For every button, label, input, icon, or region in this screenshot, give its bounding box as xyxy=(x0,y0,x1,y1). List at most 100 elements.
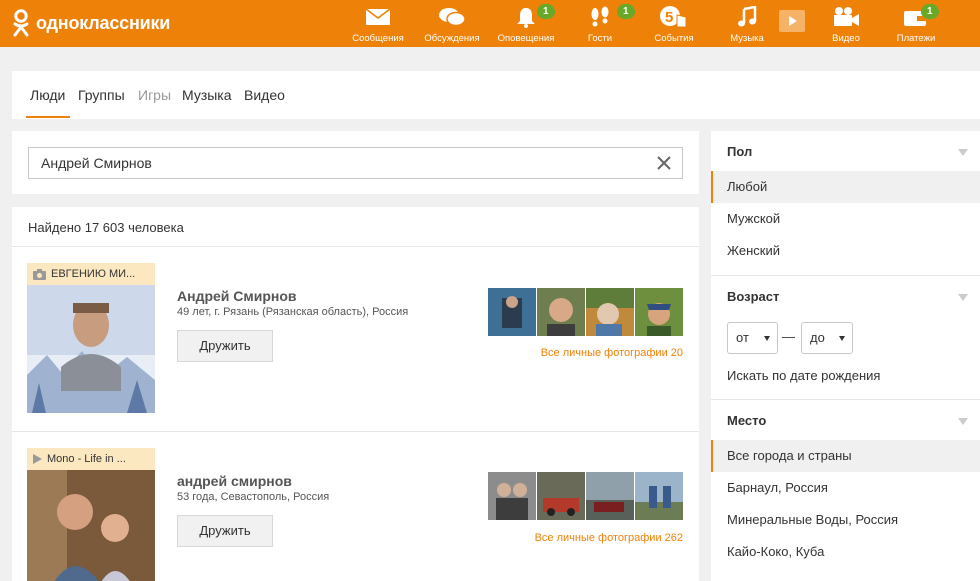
footprints-icon xyxy=(591,6,609,27)
site-name: одноклассники xyxy=(36,12,171,33)
person-name[interactable]: Андрей Смирнов xyxy=(177,288,297,304)
filter-age-title[interactable]: Возраст xyxy=(727,289,779,304)
filter-gender-title[interactable]: Пол xyxy=(727,144,752,159)
nav-discussions-label: Обсуждения xyxy=(424,33,480,44)
tab-music[interactable]: Музыка xyxy=(182,87,232,103)
play-button-icon[interactable] xyxy=(779,10,805,32)
caret-down-icon xyxy=(839,336,845,341)
video-camera-icon xyxy=(834,7,859,26)
bell-icon xyxy=(517,8,535,28)
nav-messages[interactable]: Сообщения xyxy=(343,4,413,44)
person-details: 53 года, Севастополь, Россия xyxy=(177,491,330,503)
tab-video[interactable]: Видео xyxy=(244,87,285,103)
avatar-caption-text: ЕВГЕНИЮ МИ... xyxy=(51,268,136,280)
avatar[interactable]: ЕВГЕНИЮ МИ... xyxy=(27,263,155,413)
svg-text:5: 5 xyxy=(665,9,673,26)
search-by-birthdate-link[interactable]: Искать по дате рождения xyxy=(727,368,880,383)
tab-people[interactable]: Люди xyxy=(30,87,65,103)
top-navigation-bar: одноклассники Сообщения Обсуждения Опове… xyxy=(0,0,980,47)
site-logo[interactable]: одноклассники xyxy=(12,8,170,38)
add-friend-button[interactable]: Дружить xyxy=(177,330,273,362)
filter-place-all[interactable]: Все города и страны xyxy=(711,440,980,472)
active-tab-indicator xyxy=(26,116,70,118)
ok-logo-icon xyxy=(13,9,29,37)
filter-place-option[interactable]: Минеральные Воды, Россия xyxy=(711,504,980,536)
age-from-select[interactable]: от xyxy=(727,322,778,354)
notifications-badge: 1 xyxy=(537,4,555,19)
nav-events[interactable]: 5 События xyxy=(639,4,709,44)
age-from-value: от xyxy=(736,330,749,345)
search-tabs: Люди Группы Игры Музыка Видео xyxy=(12,71,980,119)
nav-discussions[interactable]: Обсуждения xyxy=(417,4,487,44)
filter-place-option[interactable]: Барнаул, Россия xyxy=(711,472,980,504)
age-to-value: до xyxy=(810,330,825,345)
avatar[interactable]: Mono - Life in ... xyxy=(27,448,155,581)
envelope-icon xyxy=(365,8,391,25)
age-to-select[interactable]: до xyxy=(801,322,853,354)
nav-video[interactable]: Видео xyxy=(811,4,881,44)
clear-search-icon[interactable] xyxy=(656,155,672,171)
chevron-down-icon[interactable] xyxy=(958,294,968,301)
results-count: Найдено 17 603 человека xyxy=(28,220,184,235)
avatar-caption: Mono - Life in ... xyxy=(27,448,155,470)
photo-thumbnail[interactable] xyxy=(635,472,683,520)
nav-guests[interactable]: Гости 1 xyxy=(565,4,635,44)
nav-guests-label: Гости xyxy=(587,33,613,44)
divider xyxy=(12,246,699,247)
profile-photo xyxy=(27,470,155,581)
search-results: Найдено 17 603 человека ЕВГЕНИЮ МИ... Ан… xyxy=(12,207,699,581)
caret-down-icon xyxy=(764,336,770,341)
photo-thumbnail[interactable] xyxy=(586,472,634,520)
nav-video-label: Видео xyxy=(832,33,860,44)
photo-thumbnail[interactable] xyxy=(488,472,536,520)
five-hand-icon: 5 xyxy=(660,6,687,28)
photo-thumbnails xyxy=(488,288,683,336)
chevron-down-icon[interactable] xyxy=(958,418,968,425)
filter-gender-any[interactable]: Любой xyxy=(711,171,980,203)
avatar-caption-text: Mono - Life in ... xyxy=(47,453,126,465)
filters-sidebar: Пол Любой Мужской Женский Возраст от — д… xyxy=(711,131,980,581)
profile-photo xyxy=(27,285,155,413)
nav-notifications-label: Оповещения xyxy=(497,33,555,44)
filter-place-title[interactable]: Место xyxy=(727,413,766,428)
all-photos-link[interactable]: Все личные фотографии 20 xyxy=(541,347,683,359)
search-panel: Андрей Смирнов xyxy=(12,131,699,194)
age-range-dash: — xyxy=(782,329,795,344)
music-note-icon xyxy=(738,6,757,27)
list-item: ЕВГЕНИЮ МИ... Андрей Смирнов 49 лет, г. … xyxy=(12,248,699,418)
nav-payments[interactable]: Платежи 1 xyxy=(881,4,951,44)
photo-thumbnail[interactable] xyxy=(537,288,585,336)
play-icon xyxy=(33,454,42,464)
nav-messages-label: Сообщения xyxy=(352,33,404,44)
tab-games[interactable]: Игры xyxy=(138,87,171,103)
tab-groups[interactable]: Группы xyxy=(78,87,125,103)
nav-music[interactable]: Музыка xyxy=(712,4,782,44)
all-photos-link[interactable]: Все личные фотографии 262 xyxy=(535,532,683,544)
filter-gender-male[interactable]: Мужской xyxy=(711,203,980,235)
person-name[interactable]: андрей смирнов xyxy=(177,473,292,489)
photo-thumbnail[interactable] xyxy=(537,472,585,520)
list-item: Mono - Life in ... андрей смирнов 53 год… xyxy=(12,433,699,581)
person-details: 49 лет, г. Рязань (Рязанская область), Р… xyxy=(177,306,409,318)
search-input[interactable]: Андрей Смирнов xyxy=(28,147,683,179)
divider xyxy=(711,399,980,400)
guests-badge: 1 xyxy=(617,4,635,19)
photo-thumbnail[interactable] xyxy=(635,288,683,336)
photo-thumbnail[interactable] xyxy=(586,288,634,336)
payments-badge: 1 xyxy=(921,4,939,19)
photo-thumbnail[interactable] xyxy=(488,288,536,336)
chat-bubbles-icon xyxy=(439,8,466,27)
add-friend-button[interactable]: Дружить xyxy=(177,515,273,547)
divider xyxy=(711,275,980,276)
nav-notifications[interactable]: Оповещения 1 xyxy=(491,4,561,44)
search-input-value: Андрей Смирнов xyxy=(41,155,152,171)
camera-icon xyxy=(33,268,46,280)
nav-music-label: Музыка xyxy=(730,33,764,44)
nav-events-label: События xyxy=(654,33,694,44)
filter-gender-female[interactable]: Женский xyxy=(711,235,980,267)
avatar-caption: ЕВГЕНИЮ МИ... xyxy=(27,263,155,285)
filter-place-option[interactable]: Кайо-Коко, Куба xyxy=(711,536,980,568)
chevron-down-icon[interactable] xyxy=(958,149,968,156)
photo-thumbnails xyxy=(488,472,683,520)
nav-payments-label: Платежи xyxy=(896,33,936,44)
